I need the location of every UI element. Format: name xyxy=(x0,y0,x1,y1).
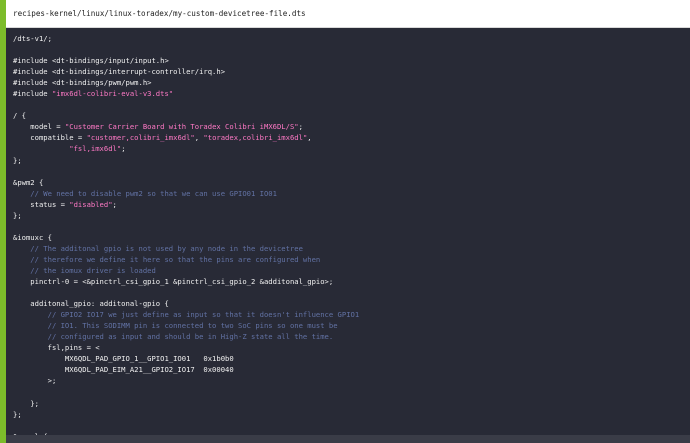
code-token-plain: &pwm2 { xyxy=(13,177,44,187)
code-line: pinctrl-0 = <&pinctrl_csi_gpio_1 &pinctr… xyxy=(13,276,690,287)
code-token-comment: // configured as input and should be in … xyxy=(13,332,334,342)
code-token-string: "Customer Carrier Board with Toradex Col… xyxy=(64,122,299,132)
code-line: status = "disabled"; xyxy=(13,199,690,210)
code-token-plain: MX6QDL_PAD_GPIO_1__GPIO1_IO01 0x1b0b0 xyxy=(13,354,234,364)
code-token-plain: }; xyxy=(13,155,22,165)
code-token-plain: MX6QDL_PAD_EIM_A21__GPIO2_IO17 0x00040 xyxy=(13,365,234,375)
file-path-label: recipes-kernel/linux/linux-toradex/my-cu… xyxy=(13,9,306,18)
code-token-plain: #include <dt-bindings/input/input.h> xyxy=(13,56,169,66)
code-line: }; xyxy=(13,210,690,221)
code-line: &pwm2 { xyxy=(13,177,690,188)
code-token-plain: model = xyxy=(13,122,65,132)
code-line: "fsl,imx6dl"; xyxy=(13,143,690,154)
code-line: /dts-v1/; xyxy=(13,33,690,44)
code-token-plain: #include xyxy=(13,89,52,99)
code-token-string: "customer,colibri_imx6dl" xyxy=(86,133,195,143)
code-token-plain: #include <dt-bindings/pwm/pwm.h> xyxy=(13,78,152,88)
code-line: // therefore we define it here so that t… xyxy=(13,254,690,265)
code-line: }; xyxy=(13,409,690,420)
code-line: compatible = "customer,colibri_imx6dl", … xyxy=(13,132,690,143)
code-line: // We need to disable pwm2 so that we ca… xyxy=(13,188,690,199)
code-line: >; xyxy=(13,375,690,386)
code-line: model = "Customer Carrier Board with Tor… xyxy=(13,121,690,132)
code-line: // The additonal gpio is not used by any… xyxy=(13,243,690,254)
code-token-comment: // therefore we define it here so that t… xyxy=(13,254,321,264)
code-token-plain: &iomuxc { xyxy=(13,232,52,242)
code-token-string: "toradex,colibri_imx6dl" xyxy=(203,133,308,143)
code-line: additonal_gpio: additonal-gpio { xyxy=(13,298,690,309)
file-path-header: recipes-kernel/linux/linux-toradex/my-cu… xyxy=(6,0,690,28)
code-line: }; xyxy=(13,398,690,409)
code-token-plain: , xyxy=(307,133,312,143)
code-line: // configured as input and should be in … xyxy=(13,331,690,342)
code-line: // the iomux driver is loaded xyxy=(13,265,690,276)
code-token-comment: // IO1. This SODIMM pin is connected to … xyxy=(13,321,338,331)
code-token-plain: ; xyxy=(112,199,117,209)
code-content: /dts-v1/; #include <dt-bindings/input/in… xyxy=(6,28,690,435)
code-token-comment: // the iomux driver is loaded xyxy=(13,265,156,275)
code-token-plain: additonal_gpio: additonal-gpio { xyxy=(13,299,169,309)
code-block-window: recipes-kernel/linux/linux-toradex/my-cu… xyxy=(0,0,690,443)
code-token-plain: >; xyxy=(13,376,57,386)
code-token-plain: ; xyxy=(298,122,303,132)
code-token-plain: compatible = xyxy=(13,133,87,143)
code-line: // IO1. This SODIMM pin is connected to … xyxy=(13,320,690,331)
code-token-plain: ; xyxy=(121,144,126,154)
code-line: #include "imx6dl-colibri-eval-v3.dts" xyxy=(13,88,690,99)
code-line: #include <dt-bindings/input/input.h> xyxy=(13,55,690,66)
code-token-plain: /dts-v1/; xyxy=(13,34,52,43)
code-token-string: "disabled" xyxy=(69,199,113,209)
code-line: // GPIO2 IO17 we just define as input so… xyxy=(13,309,690,320)
code-token-plain: }; xyxy=(13,210,22,220)
code-line: #include <dt-bindings/pwm/pwm.h> xyxy=(13,77,690,88)
code-token-plain: status = xyxy=(13,199,70,209)
code-token-comment: // We need to disable pwm2 so that we ca… xyxy=(13,188,277,198)
code-line: fsl,pins = < xyxy=(13,342,690,353)
code-token-plain: }; xyxy=(13,409,22,419)
horizontal-scrollbar[interactable] xyxy=(6,435,690,443)
code-token-comment: // The additonal gpio is not used by any… xyxy=(13,243,303,253)
code-line: #include <dt-bindings/interrupt-controll… xyxy=(13,66,690,77)
code-line: MX6QDL_PAD_EIM_A21__GPIO2_IO17 0x00040 xyxy=(13,364,690,375)
code-token-plain: fsl,pins = < xyxy=(13,343,100,353)
code-token-string: "fsl,imx6dl" xyxy=(69,144,122,154)
code-line: / { xyxy=(13,110,690,121)
code-token-string: "imx6dl-colibri-eval-v3.dts" xyxy=(51,89,174,99)
code-line: MX6QDL_PAD_GPIO_1__GPIO1_IO01 0x1b0b0 xyxy=(13,353,690,364)
code-line: &iomuxc { xyxy=(13,232,690,243)
code-token-comment: // GPIO2 IO17 we just define as input so… xyxy=(13,310,360,320)
code-line: }; xyxy=(13,155,690,166)
code-token-plain: pinctrl-0 = <&pinctrl_csi_gpio_1 &pinctr… xyxy=(13,277,334,287)
code-token-plain: }; xyxy=(13,398,39,408)
code-token-plain: / { xyxy=(13,111,26,121)
code-token-plain: #include <dt-bindings/interrupt-controll… xyxy=(13,67,226,77)
